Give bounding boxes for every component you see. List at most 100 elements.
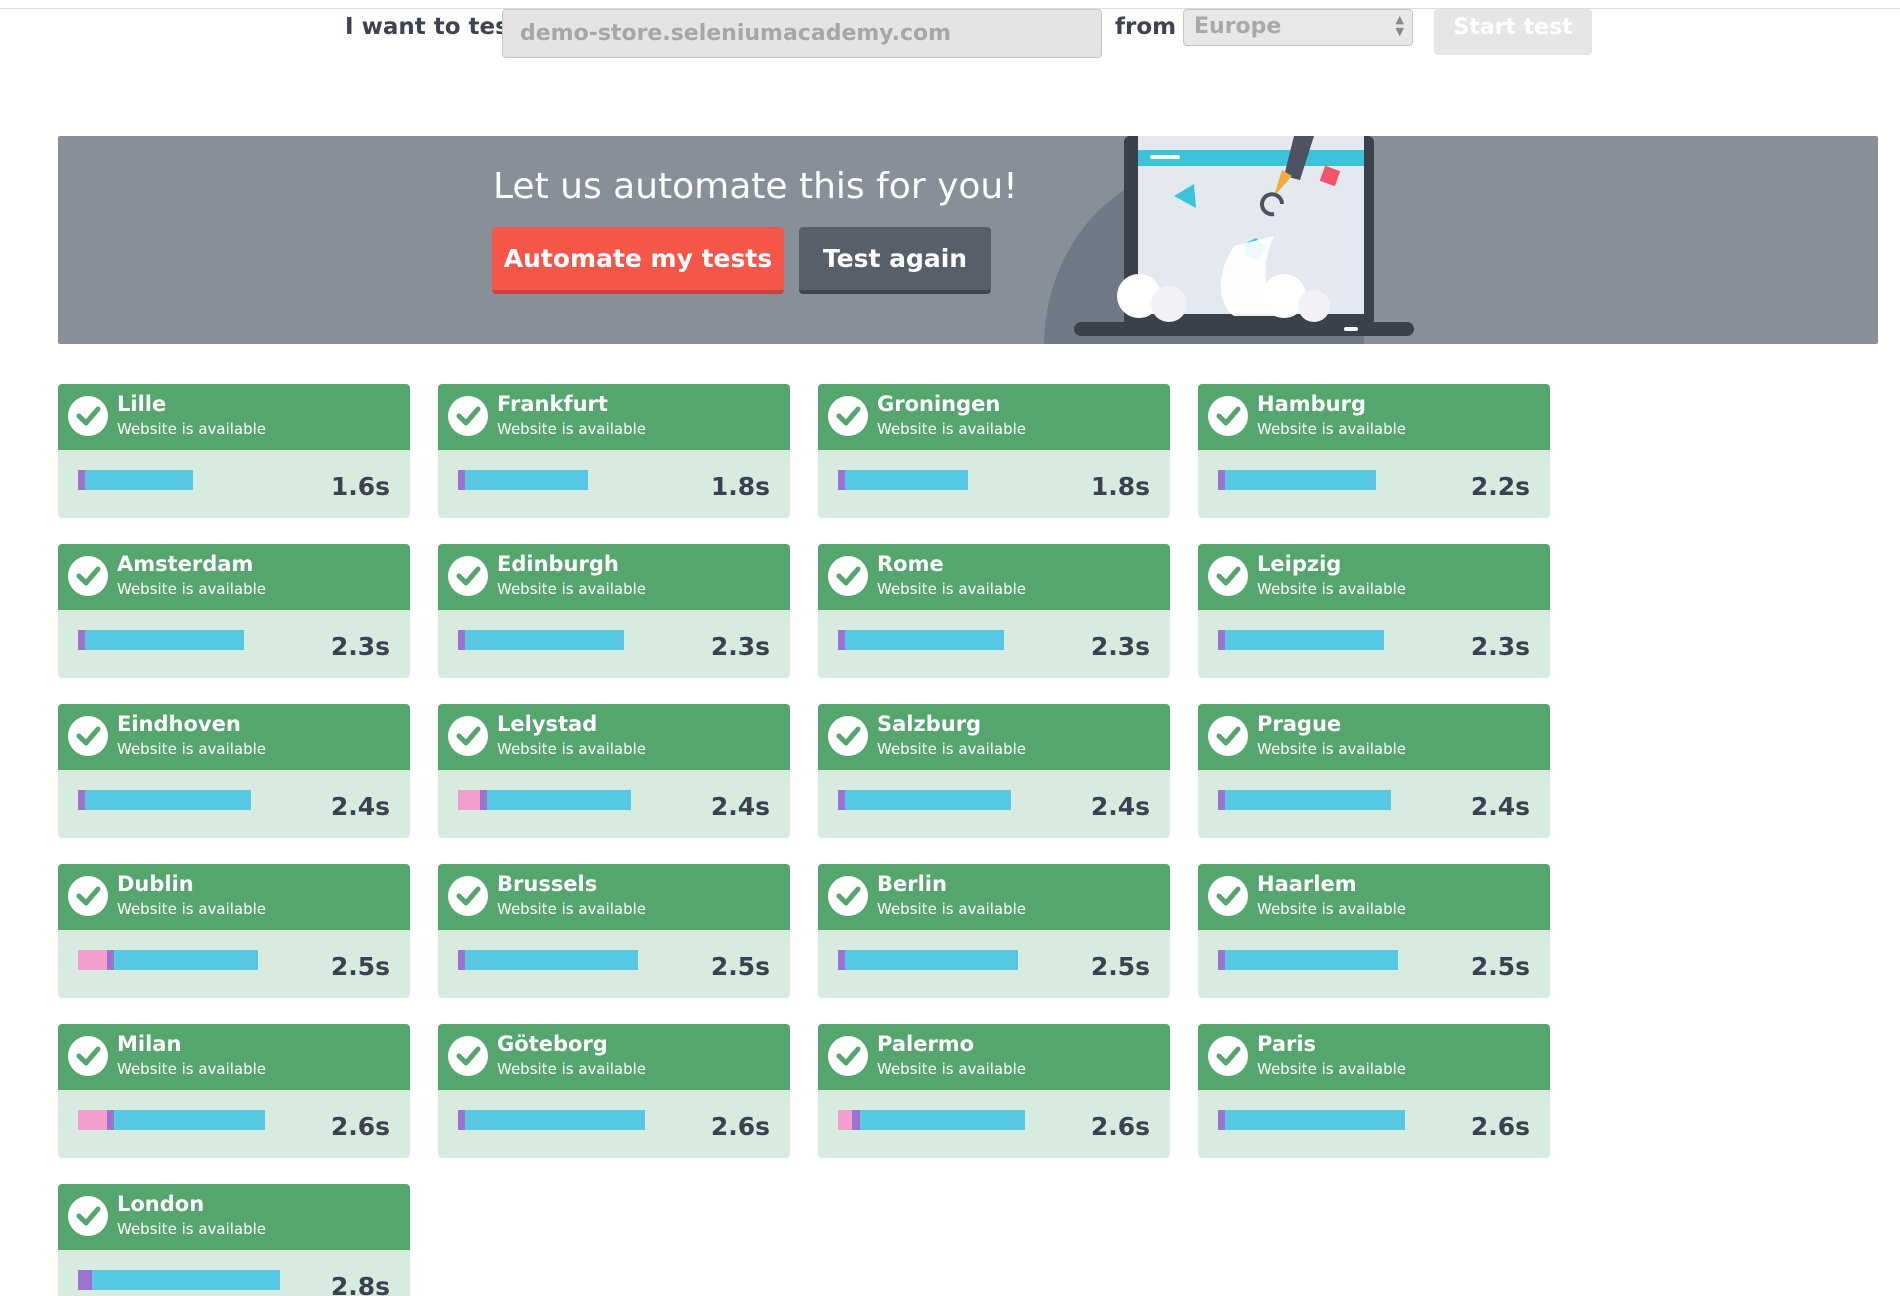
download-segment bbox=[845, 950, 1018, 970]
load-time: 2.6s bbox=[1470, 1112, 1530, 1141]
result-card: Leipzig Website is available 2.3s bbox=[1198, 544, 1550, 678]
connect-segment bbox=[78, 470, 86, 490]
card-header: Milan Website is available bbox=[58, 1024, 410, 1090]
card-header: Berlin Website is available bbox=[818, 864, 1170, 930]
result-card: Lelystad Website is available 2.4s bbox=[438, 704, 790, 838]
check-circle-icon bbox=[448, 396, 488, 436]
city-name: Lille bbox=[117, 392, 167, 416]
timing-bar bbox=[78, 470, 194, 490]
card-header: Brussels Website is available bbox=[438, 864, 790, 930]
city-name: Berlin bbox=[877, 872, 947, 896]
result-card: Prague Website is available 2.4s bbox=[1198, 704, 1550, 838]
page: I want to test from Europe ▲▼ Start test… bbox=[0, 0, 1900, 1296]
automate-tests-button[interactable]: Automate my tests bbox=[492, 227, 784, 294]
connect-segment bbox=[1218, 950, 1226, 970]
card-header: Frankfurt Website is available bbox=[438, 384, 790, 450]
check-circle-icon bbox=[68, 396, 108, 436]
select-arrows-icon: ▲ ▼ bbox=[1395, 13, 1404, 38]
timing-bar bbox=[78, 1270, 280, 1290]
load-time: 2.5s bbox=[330, 952, 390, 981]
load-time: 2.5s bbox=[710, 952, 770, 981]
result-card: Brussels Website is available 2.5s bbox=[438, 864, 790, 998]
result-card: Salzburg Website is available 2.4s bbox=[818, 704, 1170, 838]
availability-status: Website is available bbox=[1257, 580, 1407, 598]
city-name: Frankfurt bbox=[497, 392, 608, 416]
region-select[interactable]: Europe ▲ ▼ bbox=[1183, 9, 1413, 46]
load-time: 2.4s bbox=[1090, 792, 1150, 821]
load-time: 2.4s bbox=[710, 792, 770, 821]
connect-segment bbox=[458, 470, 466, 490]
timing-bar bbox=[838, 1110, 1026, 1130]
card-header: Amsterdam Website is available bbox=[58, 544, 410, 610]
timing-bar bbox=[838, 950, 1018, 970]
result-card: Dublin Website is available 2.5s bbox=[58, 864, 410, 998]
download-segment bbox=[465, 1110, 646, 1130]
from-label: from bbox=[1115, 14, 1177, 40]
url-input[interactable] bbox=[502, 9, 1102, 58]
dns-segment bbox=[78, 950, 107, 970]
load-time: 1.8s bbox=[710, 472, 770, 501]
city-name: Groningen bbox=[877, 392, 1001, 416]
connect-segment bbox=[106, 950, 114, 970]
start-test-button[interactable]: Start test bbox=[1434, 9, 1592, 55]
connect-segment bbox=[838, 790, 846, 810]
download-segment bbox=[486, 790, 631, 810]
availability-status: Website is available bbox=[497, 740, 647, 758]
connect-segment bbox=[1218, 630, 1226, 650]
download-segment bbox=[114, 950, 258, 970]
city-name: Amsterdam bbox=[117, 552, 254, 576]
city-name: Lelystad bbox=[497, 712, 598, 736]
download-segment bbox=[1225, 1110, 1406, 1130]
download-segment bbox=[85, 790, 251, 810]
timing-bar bbox=[458, 1110, 646, 1130]
availability-status: Website is available bbox=[497, 1060, 647, 1078]
timing-bar bbox=[78, 630, 244, 650]
card-header: Leipzig Website is available bbox=[1198, 544, 1550, 610]
timing-bar bbox=[1218, 950, 1398, 970]
banner-title: Let us automate this for you! bbox=[493, 166, 1018, 207]
test-again-button[interactable]: Test again bbox=[799, 227, 991, 294]
city-name: Rome bbox=[877, 552, 944, 576]
card-header: Göteborg Website is available bbox=[438, 1024, 790, 1090]
availability-status: Website is available bbox=[497, 900, 647, 918]
load-time: 2.6s bbox=[330, 1112, 390, 1141]
availability-status: Website is available bbox=[117, 1220, 267, 1238]
download-segment bbox=[859, 1110, 1026, 1130]
city-name: Hamburg bbox=[1257, 392, 1366, 416]
availability-status: Website is available bbox=[117, 900, 267, 918]
availability-status: Website is available bbox=[1257, 1060, 1407, 1078]
connect-segment bbox=[78, 630, 86, 650]
connect-segment bbox=[78, 1270, 93, 1290]
rocket-laptop-illustration bbox=[1044, 136, 1414, 344]
check-circle-icon bbox=[68, 1036, 108, 1076]
timing-bar bbox=[1218, 470, 1377, 490]
city-name: Dublin bbox=[117, 872, 194, 896]
result-card: Frankfurt Website is available 1.8s bbox=[438, 384, 790, 518]
availability-status: Website is available bbox=[877, 420, 1027, 438]
availability-status: Website is available bbox=[877, 1060, 1027, 1078]
load-time: 2.6s bbox=[1090, 1112, 1150, 1141]
result-card: Lille Website is available 1.6s bbox=[58, 384, 410, 518]
city-name: Eindhoven bbox=[117, 712, 241, 736]
dns-segment bbox=[78, 1110, 107, 1130]
load-time: 2.2s bbox=[1470, 472, 1530, 501]
download-segment bbox=[85, 470, 194, 490]
card-header: Paris Website is available bbox=[1198, 1024, 1550, 1090]
load-time: 1.6s bbox=[330, 472, 390, 501]
download-segment bbox=[845, 630, 1004, 650]
connect-segment bbox=[838, 950, 846, 970]
timing-bar bbox=[458, 950, 638, 970]
check-circle-icon bbox=[1208, 556, 1248, 596]
card-header: Haarlem Website is available bbox=[1198, 864, 1550, 930]
city-name: Leipzig bbox=[1257, 552, 1342, 576]
result-card: Hamburg Website is available 2.2s bbox=[1198, 384, 1550, 518]
download-segment bbox=[465, 630, 624, 650]
city-name: Milan bbox=[117, 1032, 182, 1056]
timing-bar bbox=[838, 790, 1011, 810]
timing-bar bbox=[1218, 1110, 1406, 1130]
card-header: Groningen Website is available bbox=[818, 384, 1170, 450]
download-segment bbox=[845, 470, 968, 490]
connect-segment bbox=[458, 1110, 466, 1130]
load-time: 2.4s bbox=[330, 792, 390, 821]
result-card: Berlin Website is available 2.5s bbox=[818, 864, 1170, 998]
